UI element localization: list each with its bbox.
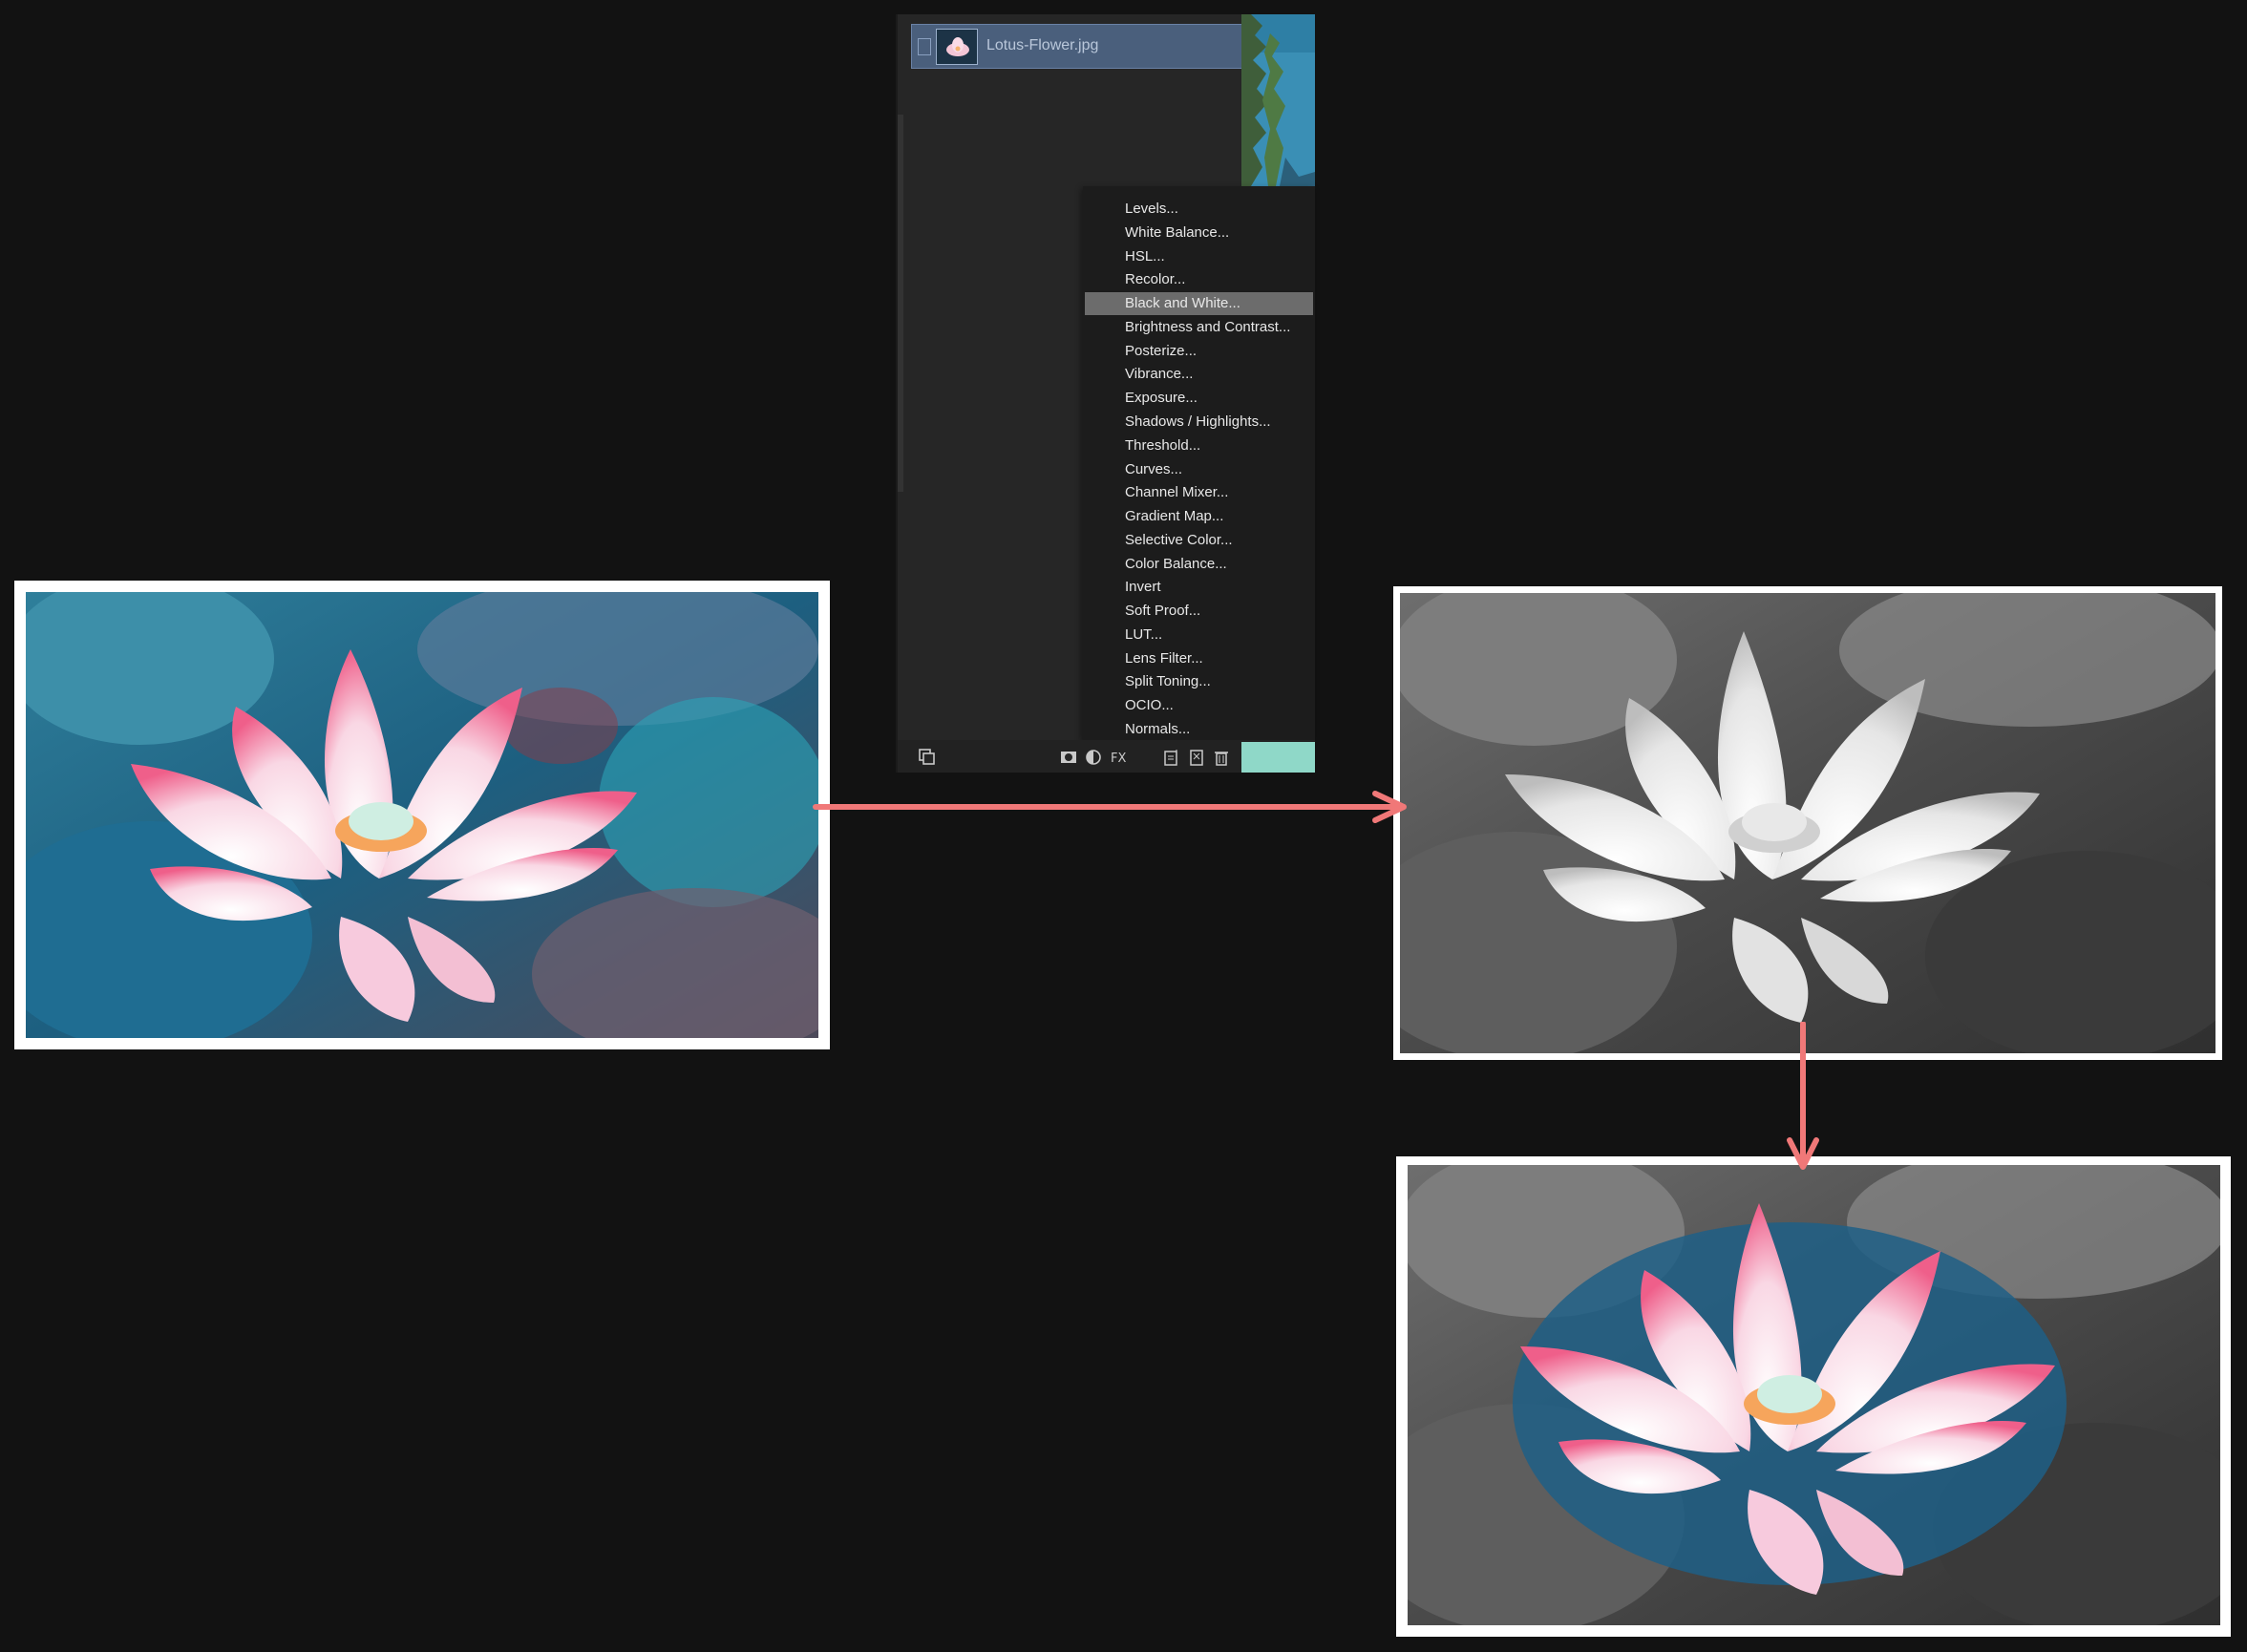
new-layer-icon[interactable] xyxy=(1163,749,1178,766)
canvas-preview-strip xyxy=(1241,14,1315,186)
menu-item-invert[interactable]: Invert xyxy=(1085,576,1313,599)
menu-item-hsl[interactable]: HSL... xyxy=(1085,245,1313,268)
fx-icon[interactable]: FX xyxy=(1110,749,1126,766)
layers-panel: Lotus-Flower.jpg Levels... White Balance… xyxy=(896,14,1315,773)
menu-item-levels[interactable]: Levels... xyxy=(1085,198,1313,221)
layer-lock-icon[interactable] xyxy=(918,38,931,55)
menu-item-threshold[interactable]: Threshold... xyxy=(1085,434,1313,457)
menu-item-posterize[interactable]: Posterize... xyxy=(1085,340,1313,363)
menu-item-vibrance[interactable]: Vibrance... xyxy=(1085,363,1313,386)
mask-icon[interactable] xyxy=(1060,749,1076,764)
menu-item-soft-proof[interactable]: Soft Proof... xyxy=(1085,600,1313,623)
menu-item-normals[interactable]: Normals... xyxy=(1085,718,1313,741)
layer-thumbnail xyxy=(936,29,978,65)
menu-item-black-and-white[interactable]: Black and White... xyxy=(1085,292,1313,315)
menu-item-ocio[interactable]: OCIO... xyxy=(1085,694,1313,717)
menu-item-recolor[interactable]: Recolor... xyxy=(1085,268,1313,291)
canvas-preview-strip-bottom xyxy=(1241,742,1315,773)
menu-item-curves[interactable]: Curves... xyxy=(1085,458,1313,481)
svg-text:FX: FX xyxy=(1111,752,1126,766)
trash-icon[interactable] xyxy=(1213,749,1228,766)
menu-item-brightness-contrast[interactable]: Brightness and Contrast... xyxy=(1085,316,1313,339)
layer-row-lotus[interactable]: Lotus-Flower.jpg xyxy=(911,24,1265,69)
layers-icon[interactable] xyxy=(919,749,935,765)
adjustments-menu: Levels... White Balance... HSL... Recolo… xyxy=(1083,186,1315,740)
group-icon[interactable] xyxy=(1188,749,1203,766)
menu-item-shadows-highlights[interactable]: Shadows / Highlights... xyxy=(1085,411,1313,434)
arrow-right-icon xyxy=(813,791,1407,823)
menu-item-gradient-map[interactable]: Gradient Map... xyxy=(1085,505,1313,528)
menu-item-lut[interactable]: LUT... xyxy=(1085,624,1313,646)
layer-name[interactable]: Lotus-Flower.jpg xyxy=(986,37,1098,54)
original-color-image xyxy=(14,581,830,1049)
adjustment-icon[interactable] xyxy=(1085,749,1101,765)
black-and-white-image xyxy=(1393,586,2222,1060)
layers-panel-footer: FX xyxy=(898,740,1315,773)
menu-item-white-balance[interactable]: White Balance... xyxy=(1085,222,1313,244)
panel-scroll-strip[interactable] xyxy=(898,115,903,492)
menu-item-selective-color[interactable]: Selective Color... xyxy=(1085,529,1313,552)
menu-item-split-toning[interactable]: Split Toning... xyxy=(1085,670,1313,693)
selective-color-result-image xyxy=(1396,1156,2231,1637)
menu-item-color-balance[interactable]: Color Balance... xyxy=(1085,553,1313,576)
menu-item-channel-mixer[interactable]: Channel Mixer... xyxy=(1085,481,1313,504)
arrow-down-icon xyxy=(1787,1022,1819,1170)
menu-item-lens-filter[interactable]: Lens Filter... xyxy=(1085,647,1313,670)
menu-item-exposure[interactable]: Exposure... xyxy=(1085,387,1313,410)
